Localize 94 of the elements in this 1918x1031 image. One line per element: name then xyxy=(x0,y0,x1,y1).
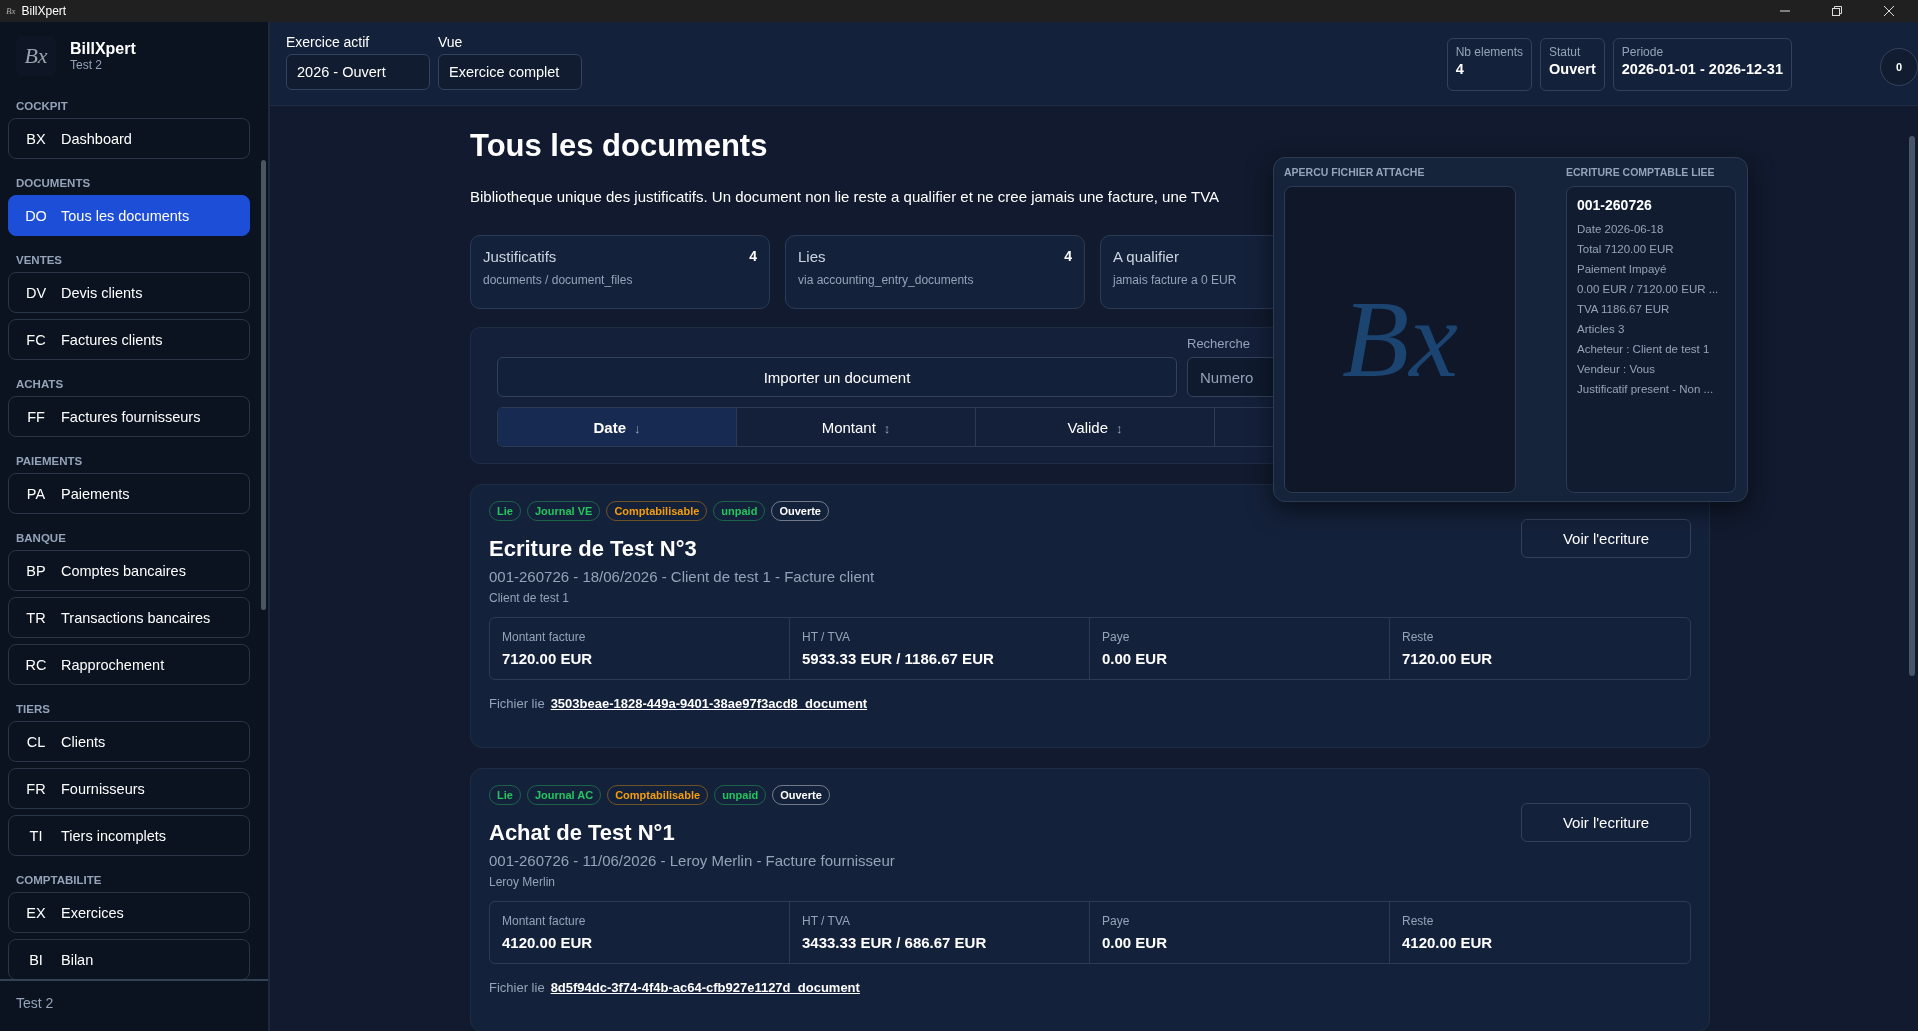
scrollbar-thumb[interactable] xyxy=(1909,136,1915,676)
document-title: Achat de Test N°1 xyxy=(489,820,675,846)
entry-number: 001-260726 xyxy=(1577,197,1653,213)
scrollbar-thumb[interactable] xyxy=(260,160,266,610)
amount-label: Reste xyxy=(1402,630,1435,644)
nav-item[interactable]: DO Tous les documents xyxy=(8,195,250,236)
stat-hint: documents / document_files xyxy=(483,273,634,287)
select-field[interactable]: 2026 - Ouvert xyxy=(286,54,430,90)
nav-item[interactable]: RC Rapprochement xyxy=(8,644,250,685)
view-entry-button[interactable]: Voir l'ecriture xyxy=(1521,519,1691,558)
amount-value: 5933.33 EUR / 1186.67 EUR xyxy=(802,650,995,667)
nav-item[interactable]: TI Tiers incomplets xyxy=(8,815,250,856)
nav-item[interactable]: FR Fournisseurs xyxy=(8,768,250,809)
stat-label: Justificatifs xyxy=(483,248,557,265)
amount-label: HT / TVA xyxy=(802,914,851,928)
amount-label: Reste xyxy=(1402,914,1435,928)
amount-value: 0.00 EUR xyxy=(1102,650,1169,667)
sort-tab[interactable]: Date ↓ xyxy=(498,408,737,446)
app-logo: Bx xyxy=(6,6,16,16)
amount-value: 0.00 EUR xyxy=(1102,934,1169,951)
entry-detail: Total 7120.00 EUR xyxy=(1577,243,1675,255)
stat-label: Statut xyxy=(1549,45,1582,59)
section-label: COCKPIT xyxy=(15,99,69,114)
document-meta: 001-260726 - 18/06/2026 - Client de test 1 - Facture client xyxy=(489,568,876,585)
entry-detail: Justificatif present - Non ... xyxy=(1577,383,1715,395)
amount-label: Montant facture xyxy=(502,630,587,644)
stat-value: 2026-01-01 - 2026-12-31 xyxy=(1621,61,1783,77)
page-title: Tous les documents xyxy=(470,127,769,164)
section-label: VENTES xyxy=(15,253,63,268)
document-meta: 001-260726 - 11/06/2026 - Leroy Merlin - Facture fournisseur xyxy=(489,852,896,869)
entry-detail: Vendeur : Vous xyxy=(1577,363,1656,375)
company-name: Test 2 xyxy=(70,58,103,72)
entry-detail: Paiement Impayé xyxy=(1577,263,1668,275)
app-name: BillXpert xyxy=(70,40,136,58)
entry-detail: Acheteur : Client de test 1 xyxy=(1577,343,1711,355)
section-label: BANQUE xyxy=(15,531,67,546)
stat-label: Nb elements xyxy=(1455,45,1523,59)
stat-count: 4 xyxy=(749,248,757,265)
file-link[interactable]: 3503beae-1828-449a-9401-38ae97f3acd8_document xyxy=(550,696,868,711)
stat-label: A qualifier xyxy=(1113,248,1179,265)
file-label: Fichier lie xyxy=(489,980,545,995)
file-label: Fichier lie xyxy=(489,696,545,711)
section-label: APERCU FICHIER ATTACHE xyxy=(1284,166,1426,178)
footer-text: Test 2 xyxy=(0,979,268,1031)
import-button[interactable]: Importer un document xyxy=(497,357,1177,397)
stat-hint: jamais facture a 0 EUR xyxy=(1113,273,1238,287)
amount-value: 3433.33 EUR / 686.67 EUR xyxy=(802,934,988,951)
app-logo: Bx xyxy=(16,36,56,76)
notification-badge[interactable]: 0 xyxy=(1880,48,1918,86)
entry-detail: Articles 3 xyxy=(1577,323,1626,335)
amount-value: 4120.00 EUR xyxy=(502,934,594,951)
field-label: Exercice actif xyxy=(286,34,371,50)
view-entry-button[interactable]: Voir l'ecriture xyxy=(1521,803,1691,842)
section-label: COMPTABILITE xyxy=(15,873,103,888)
amount-label: HT / TVA xyxy=(802,630,851,644)
stat-value: 4 xyxy=(1455,61,1465,77)
stat-label: Lies xyxy=(798,248,826,265)
stat-hint: via accounting_entry_documents xyxy=(798,273,975,287)
entry-detail: Date 2026-06-18 xyxy=(1577,223,1665,235)
nav-item[interactable]: EX Exercices xyxy=(8,892,250,933)
section-label: TIERS xyxy=(15,702,51,717)
stat-value: Ouvert xyxy=(1549,61,1596,77)
amount-label: Paye xyxy=(1102,914,1131,928)
party-name: Leroy Merlin xyxy=(489,875,557,889)
nav-item[interactable]: BX Dashboard xyxy=(8,118,250,159)
nav-item[interactable]: DV Devis clients xyxy=(8,272,250,313)
nav-item[interactable]: PA Paiements xyxy=(8,473,250,514)
section-label: ACHATS xyxy=(15,377,65,392)
nav-item[interactable]: CL Clients xyxy=(8,721,250,762)
section-label: PAIEMENTS xyxy=(15,454,84,469)
amount-value: 4120.00 EUR xyxy=(1402,934,1494,951)
entry-detail: 0.00 EUR / 7120.00 EUR ... xyxy=(1577,283,1720,295)
nav-item[interactable]: BI Bilan xyxy=(8,939,250,979)
preview-logo: Bx xyxy=(1342,277,1458,402)
party-name: Client de test 1 xyxy=(489,591,571,605)
select-field[interactable]: Exercice complet xyxy=(438,54,582,90)
section-label: DOCUMENTS xyxy=(15,176,92,191)
document-title: Ecriture de Test N°3 xyxy=(489,536,697,562)
amount-value: 7120.00 EUR xyxy=(502,650,594,667)
stat-label: Periode xyxy=(1621,45,1665,59)
file-link[interactable]: 8d5f94dc-3f74-4f4b-ac64-cfb927e1127d_document xyxy=(550,980,860,995)
search-label: Recherche xyxy=(1187,336,1251,351)
amount-value: 7120.00 EUR xyxy=(1402,650,1494,667)
field-label: Vue xyxy=(438,34,464,50)
stat-count: 4 xyxy=(1064,248,1072,265)
entry-detail: TVA 1186.67 EUR xyxy=(1577,303,1671,315)
nav-item[interactable]: BP Comptes bancaires xyxy=(8,550,250,591)
nav-item[interactable]: FF Factures fournisseurs xyxy=(8,396,250,437)
section-label: ECRITURE COMPTABLE LIEE xyxy=(1566,166,1716,178)
amount-label: Paye xyxy=(1102,630,1131,644)
nav-item[interactable]: TR Transactions bancaires xyxy=(8,597,250,638)
amount-label: Montant facture xyxy=(502,914,587,928)
nav-item[interactable]: FC Factures clients xyxy=(8,319,250,360)
window-title: BillXpert xyxy=(21,4,67,18)
